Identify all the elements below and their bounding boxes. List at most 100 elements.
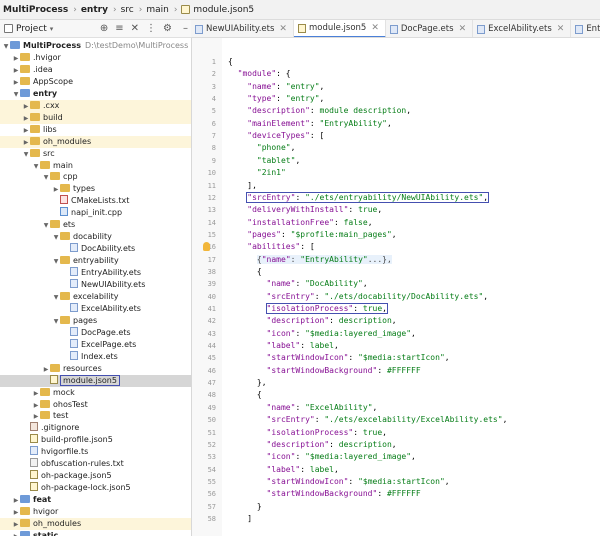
tree-item[interactable]: ▶ feat bbox=[0, 494, 191, 506]
project-icon bbox=[4, 24, 13, 33]
close-icon[interactable]: ✕ bbox=[557, 24, 565, 34]
tree-item[interactable]: oh-package-lock.json5 bbox=[0, 482, 191, 494]
tree-item[interactable]: ▶ types bbox=[0, 183, 191, 195]
tree-item[interactable]: .gitignore bbox=[0, 422, 191, 434]
lightbulb-icon[interactable] bbox=[203, 242, 210, 252]
json-file-icon bbox=[181, 5, 191, 14]
tree-item-label: .cxx bbox=[43, 100, 60, 110]
code-line: { bbox=[228, 266, 262, 276]
tree-item[interactable]: ▶ static bbox=[0, 530, 191, 536]
project-view-selector[interactable]: Project ▾ bbox=[0, 24, 53, 34]
tree-item[interactable]: obfuscation-rules.txt bbox=[0, 458, 191, 470]
close-icon[interactable]: ✕ bbox=[371, 23, 379, 33]
tree-item[interactable]: ▼ MultiProcess D:\testDemo\MultiProcess bbox=[0, 40, 191, 52]
tree-item[interactable]: ▶ ohosTest bbox=[0, 399, 191, 411]
folder-icon bbox=[20, 519, 30, 527]
tree-item[interactable]: ▶ AppScope bbox=[0, 76, 191, 88]
tree-item[interactable]: ▶ .cxx bbox=[0, 99, 191, 112]
gear-icon[interactable]: ⚙ bbox=[163, 20, 172, 38]
json-file-icon bbox=[30, 470, 38, 480]
project-panel-title: Project bbox=[16, 23, 47, 34]
ets-file-icon bbox=[389, 24, 398, 34]
breadcrumb-item[interactable]: MultiProcess bbox=[0, 5, 72, 15]
code-line: "isolationProcess": true, bbox=[266, 427, 387, 437]
tree-item[interactable]: ▼ cpp bbox=[0, 171, 191, 183]
tree-item[interactable]: ▼ entry bbox=[0, 88, 191, 100]
tree-item[interactable]: ▼ entryability bbox=[0, 255, 191, 267]
project-toolbar: Project ▾ ⊕ ≡ ✕ ⋮ ⚙ – bbox=[0, 20, 191, 38]
line-number: 39 bbox=[207, 280, 216, 289]
tree-item[interactable]: ▼ pages bbox=[0, 315, 191, 327]
tree-item[interactable]: DocAbility.ets bbox=[0, 243, 191, 255]
tree-item[interactable]: napi_init.cpp bbox=[0, 207, 191, 219]
breadcrumb-item[interactable]: main bbox=[143, 5, 173, 15]
code-line: "description": description, bbox=[266, 439, 397, 449]
close-icon[interactable]: ✕ bbox=[459, 24, 467, 34]
tree-item[interactable]: build-profile.json5 bbox=[0, 434, 191, 446]
tree-item-label: test bbox=[53, 411, 69, 421]
tree-item[interactable]: ▶ resources bbox=[0, 363, 191, 375]
tree-item[interactable]: ▶ libs bbox=[0, 124, 191, 136]
folder-icon bbox=[20, 76, 30, 85]
tree-item[interactable]: ▶ .hvigor bbox=[0, 52, 191, 64]
code-line: "name": "DocAbility", bbox=[266, 279, 368, 289]
tree-item[interactable]: CMakeLists.txt bbox=[0, 195, 191, 207]
line-number: 46 bbox=[207, 366, 216, 375]
tree-item[interactable]: ▼ ets bbox=[0, 219, 191, 231]
tree-item-label: entryability bbox=[73, 256, 119, 266]
tree-item-label: entry bbox=[33, 88, 58, 98]
code-editor[interactable]: { "module": { "name": "entry", "type": "… bbox=[222, 38, 600, 536]
tree-item[interactable]: oh-package.json5 bbox=[0, 470, 191, 482]
tree-item[interactable]: ▶ hvigor bbox=[0, 506, 191, 518]
add-icon[interactable]: ⊕ bbox=[100, 20, 108, 38]
folder-icon bbox=[30, 148, 40, 157]
tree-item[interactable]: ▶ test bbox=[0, 410, 191, 422]
chevron-right-icon: › bbox=[73, 4, 77, 15]
editor-tab[interactable]: NewUIAbility.ets ✕ bbox=[191, 20, 294, 37]
tree-item[interactable]: ▶ .idea bbox=[0, 64, 191, 76]
tree-item[interactable]: Index.ets bbox=[0, 350, 191, 363]
tree-item[interactable]: ▶ oh_modules bbox=[0, 135, 191, 148]
tree-item[interactable]: module.json5 bbox=[0, 374, 191, 387]
editor-tab[interactable]: DocPage.ets ✕ bbox=[386, 20, 474, 37]
editor-tab[interactable]: EntryAbility.ets✕ bbox=[571, 20, 600, 37]
minimize-icon[interactable]: – bbox=[183, 20, 188, 38]
code-line: "pages": "$profile:main_pages", bbox=[247, 229, 397, 239]
tree-item[interactable]: ▼ docability bbox=[0, 231, 191, 243]
tree-item[interactable]: ▼ excelability bbox=[0, 291, 191, 303]
tree-item-label: libs bbox=[43, 124, 57, 134]
tree-item-label: oh_modules bbox=[43, 136, 92, 146]
tree-item[interactable]: ExcelPage.ets bbox=[0, 338, 191, 351]
chevron-right-icon[interactable]: ▶ bbox=[12, 531, 20, 536]
tree-item[interactable]: ▶ mock bbox=[0, 387, 191, 399]
chevron-right-icon: › bbox=[138, 4, 143, 15]
code-line: "srcEntry": "./ets/excelability/ExcelAbi… bbox=[266, 415, 508, 425]
editor-tab[interactable]: ExcelAbility.ets ✕ bbox=[473, 20, 572, 37]
folder-icon bbox=[20, 64, 30, 73]
folder-icon bbox=[60, 232, 70, 241]
close-icon[interactable]: ✕ bbox=[131, 20, 139, 38]
tree-item-label: NewUIAbility.ets bbox=[81, 280, 146, 289]
tree-item[interactable]: ▶ build bbox=[0, 111, 191, 124]
tree-item[interactable]: ExcelAbility.ets bbox=[0, 302, 191, 315]
code-line: "label": label, bbox=[266, 341, 339, 351]
tree-item[interactable]: EntryAbility.ets bbox=[0, 267, 191, 279]
close-icon[interactable]: ✕ bbox=[279, 24, 287, 34]
breadcrumb-item[interactable]: entry bbox=[78, 5, 112, 15]
tree-item[interactable]: hvigorfile.ts bbox=[0, 446, 191, 458]
tree-item[interactable]: DocPage.ets bbox=[0, 326, 191, 339]
more-icon[interactable]: ⋮ bbox=[146, 20, 156, 38]
tree-item[interactable]: NewUIAbility.ets bbox=[0, 279, 191, 291]
tree-item[interactable]: ▼ src bbox=[0, 148, 191, 160]
tree-item[interactable]: ▶ oh_modules bbox=[0, 518, 191, 530]
json-file-icon bbox=[50, 374, 58, 384]
editor-tab[interactable]: module.json5 ✕ bbox=[293, 20, 386, 37]
code-line: "name": "entry", bbox=[247, 81, 325, 91]
collapse-all-icon[interactable]: ≡ bbox=[115, 20, 123, 38]
tree-item-label: module.json5 bbox=[60, 374, 120, 386]
breadcrumb-item[interactable]: src bbox=[118, 5, 138, 15]
tree-item-label: src bbox=[43, 148, 55, 158]
tree-item[interactable]: ▼ main bbox=[0, 160, 191, 172]
line-number: 2 bbox=[211, 70, 216, 79]
breadcrumb-item-current[interactable]: module.json5 bbox=[178, 5, 258, 15]
